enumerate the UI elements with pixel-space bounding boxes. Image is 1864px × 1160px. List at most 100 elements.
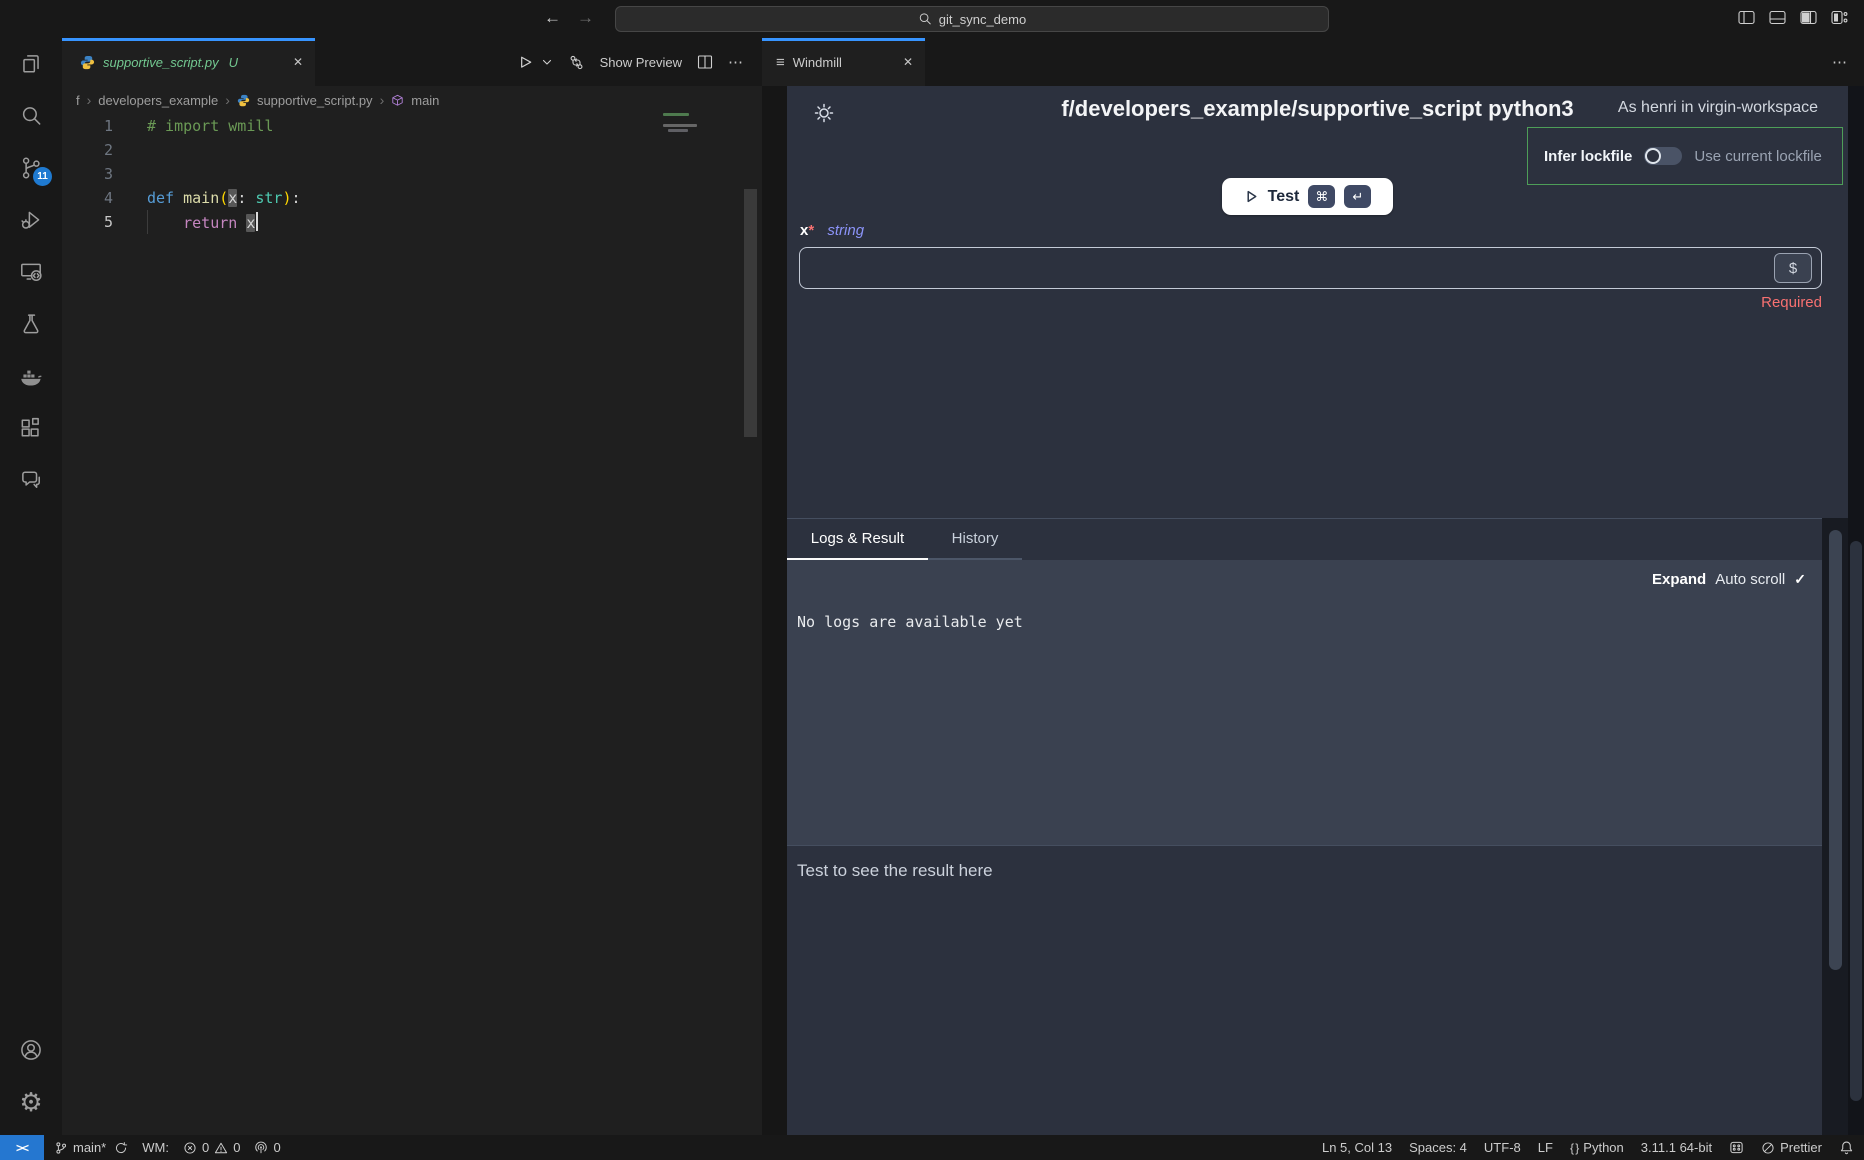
code-token: : [237, 189, 255, 207]
eol-item[interactable]: LF [1538, 1140, 1553, 1155]
ports-item[interactable]: 0 [254, 1140, 280, 1155]
error-count: 0 [202, 1140, 209, 1155]
run-debug-icon[interactable] [0, 194, 62, 246]
arg-required-star: * [808, 222, 814, 239]
line-number: 2 [62, 141, 113, 159]
warning-count: 0 [233, 1140, 240, 1155]
lockfile-toggle[interactable] [1644, 147, 1682, 165]
remote-indicator[interactable]: >< [0, 1135, 44, 1160]
dollar-button[interactable]: $ [1774, 253, 1812, 283]
activity-bar: 11 ⚙ [0, 38, 62, 1135]
check-icon[interactable]: ✓ [1794, 571, 1806, 588]
code-token: ) [282, 189, 291, 207]
symbol-cube-icon [391, 94, 404, 107]
testing-icon[interactable] [0, 298, 62, 350]
editor-tab-bar: supportive_script.py U ✕ Show Preview [62, 38, 762, 86]
tab-label: supportive_script.py [103, 55, 219, 70]
editor-more-actions-icon[interactable]: ⋯ [728, 53, 744, 71]
panel-scrollbar[interactable] [1850, 541, 1862, 1101]
use-current-lockfile-label: Use current lockfile [1694, 148, 1822, 165]
encoding-item[interactable]: UTF-8 [1484, 1140, 1521, 1155]
customize-layout-icon[interactable] [1831, 10, 1848, 25]
code-token-highlighted: x [228, 189, 237, 207]
toggle-primary-sidebar-icon[interactable] [1738, 10, 1755, 25]
grid-status-icon[interactable] [1729, 1140, 1744, 1155]
test-button[interactable]: Test ⌘ ↵ [1222, 178, 1393, 215]
history-back-button[interactable]: ← [544, 8, 561, 28]
source-control-graph-icon[interactable] [568, 54, 585, 71]
windmill-group: ≡ Windmill ✕ ⋯ f/developers_example/supp… [762, 38, 1864, 1135]
windmill-panel: f/developers_example/supportive_script p… [787, 86, 1848, 1135]
problems-item[interactable]: 0 0 [183, 1140, 240, 1155]
breadcrumb-folder[interactable]: developers_example [98, 93, 218, 108]
logs-scrollbar-track [1822, 518, 1848, 1135]
test-button-label: Test [1268, 188, 1300, 206]
search-view-icon[interactable] [0, 90, 62, 142]
prettier-item[interactable]: Prettier [1761, 1140, 1822, 1155]
source-control-icon[interactable]: 11 [0, 142, 62, 194]
breadcrumb-file[interactable]: supportive_script.py [257, 93, 373, 108]
sync-icon[interactable] [114, 1141, 128, 1155]
python-interpreter-item[interactable]: 3.11.1 64-bit [1641, 1140, 1712, 1155]
code-token: : [292, 189, 301, 207]
arg-x-input[interactable] [800, 248, 1821, 288]
line-number: 3 [62, 165, 113, 183]
tab-close-icon[interactable]: ✕ [293, 55, 303, 69]
tab-logs-result[interactable]: Logs & Result [787, 519, 928, 561]
explorer-icon[interactable] [0, 38, 62, 90]
windmill-extension-icon: ≡ [776, 54, 785, 71]
show-preview-button[interactable]: Show Preview [600, 55, 682, 70]
breadcrumb: f › developers_example › supportive_scri… [62, 86, 762, 114]
arg-label: x* string [800, 222, 864, 239]
logs-pane: Expand Auto scroll ✓ No logs are availab… [787, 560, 1822, 845]
python-file-icon [237, 94, 250, 107]
notifications-bell-icon[interactable] [1839, 1140, 1854, 1155]
result-tabs: Logs & Result History [787, 518, 1848, 560]
windmill-status-item[interactable]: WM: [142, 1140, 169, 1155]
extensions-icon[interactable] [0, 402, 62, 454]
code-token: return [183, 214, 246, 232]
run-dropdown-chevron-icon[interactable] [541, 56, 553, 68]
docker-icon[interactable] [0, 350, 62, 402]
arg-x-field: $ [799, 247, 1822, 289]
minimap[interactable] [663, 113, 689, 116]
git-branch-item[interactable]: main* [54, 1140, 106, 1155]
command-center-search[interactable]: git_sync_demo [615, 6, 1329, 32]
history-forward-button[interactable]: → [577, 8, 594, 28]
scm-badge: 11 [33, 167, 52, 186]
editor-group: supportive_script.py U ✕ Show Preview [62, 38, 762, 1135]
logs-scrollbar[interactable] [1829, 530, 1842, 970]
toggle-panel-icon[interactable] [1769, 10, 1786, 25]
windmill-tab-bar: ≡ Windmill ✕ ⋯ [762, 38, 1864, 86]
cursor-position-item[interactable]: Ln 5, Col 13 [1322, 1140, 1392, 1155]
tab-windmill[interactable]: ≡ Windmill ✕ [762, 38, 925, 86]
breadcrumb-root[interactable]: f [76, 93, 80, 108]
code-token-highlighted: x [246, 214, 255, 232]
code-editor[interactable]: 1 # import wmill 2 3 4 def main(x: str):… [62, 114, 762, 1135]
line-number: 4 [62, 189, 113, 207]
tab-history[interactable]: History [928, 519, 1022, 561]
autoscroll-label[interactable]: Auto scroll [1715, 571, 1785, 588]
tab-supportive-script[interactable]: supportive_script.py U ✕ [62, 38, 315, 86]
remote-explorer-icon[interactable] [0, 246, 62, 298]
minimap[interactable] [663, 124, 697, 127]
accounts-icon[interactable] [0, 1031, 62, 1069]
indentation-item[interactable]: Spaces: 4 [1409, 1140, 1467, 1155]
expand-button[interactable]: Expand [1652, 571, 1706, 588]
comments-icon[interactable] [0, 454, 62, 506]
tab-close-icon[interactable]: ✕ [903, 55, 913, 69]
split-editor-icon[interactable] [697, 54, 713, 70]
minimap[interactable] [668, 129, 688, 132]
workspace-context: As henri in virgin-workspace [1618, 99, 1818, 117]
windmill-more-actions-icon[interactable]: ⋯ [1832, 53, 1848, 71]
infer-lockfile-label: Infer lockfile [1544, 148, 1632, 165]
code-token: ( [219, 189, 228, 207]
result-pane: Test to see the result here [787, 845, 1822, 1135]
language-mode-item[interactable]: { } Python [1570, 1140, 1624, 1155]
editor-scrollbar[interactable] [744, 189, 757, 437]
code-token: main [183, 189, 219, 207]
toggle-secondary-sidebar-icon[interactable] [1800, 10, 1817, 25]
breadcrumb-symbol[interactable]: main [411, 93, 439, 108]
settings-gear-icon[interactable]: ⚙ [0, 1083, 62, 1121]
run-python-file-icon[interactable] [516, 53, 534, 71]
